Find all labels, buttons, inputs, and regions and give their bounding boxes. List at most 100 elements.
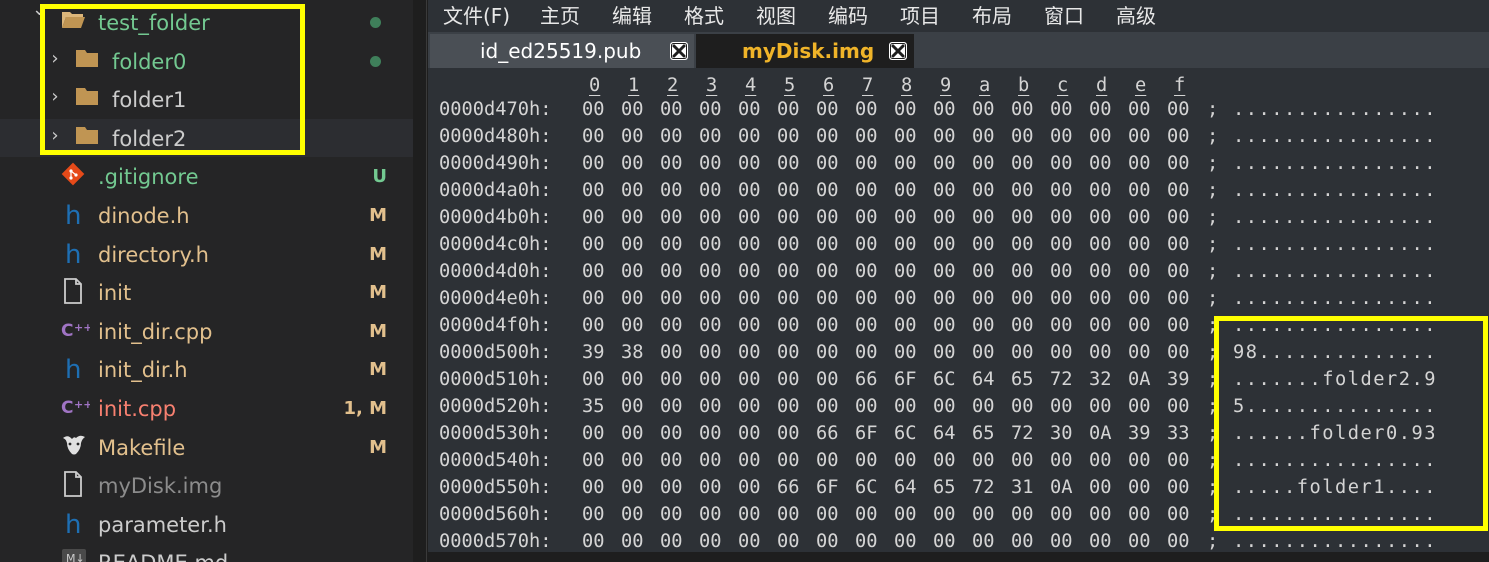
hex-byte[interactable]: 00: [816, 528, 839, 555]
hex-byte[interactable]: 00: [933, 447, 956, 474]
hex-byte[interactable]: 00: [699, 420, 722, 447]
menu-item[interactable]: 文件(F): [443, 2, 510, 30]
hex-byte[interactable]: 00: [621, 447, 644, 474]
hex-byte[interactable]: 00: [1089, 150, 1112, 177]
hex-byte[interactable]: 00: [894, 177, 917, 204]
hex-byte[interactable]: 00: [816, 366, 839, 393]
hex-ascii[interactable]: ................: [1233, 447, 1437, 474]
hex-byte[interactable]: 00: [1128, 177, 1151, 204]
file-tree-item[interactable]: › folder1: [0, 80, 413, 118]
hex-byte[interactable]: 00: [1167, 501, 1190, 528]
horizontal-scrollbar[interactable]: [428, 552, 1489, 562]
hex-byte[interactable]: 00: [1167, 258, 1190, 285]
hex-byte[interactable]: 00: [1128, 258, 1151, 285]
hex-byte[interactable]: 00: [777, 312, 800, 339]
hex-byte[interactable]: 00: [621, 150, 644, 177]
hex-byte[interactable]: 00: [738, 447, 761, 474]
file-tree-item[interactable]: Makefile M: [0, 428, 413, 466]
hex-byte[interactable]: 00: [855, 231, 878, 258]
tab-active[interactable]: myDisk.img: [696, 34, 914, 68]
hex-byte[interactable]: 00: [660, 204, 683, 231]
hex-byte[interactable]: 00: [699, 501, 722, 528]
hex-view[interactable]: 0 1 2 3 4 5 6 7 8 9 a b c d e f 0000d470h: 00 00 00 00 00 00 00…: [428, 68, 1489, 562]
hex-byte[interactable]: 00: [855, 447, 878, 474]
hex-byte[interactable]: 00: [1011, 150, 1034, 177]
hex-byte[interactable]: 00: [738, 528, 761, 555]
hex-byte[interactable]: 00: [894, 285, 917, 312]
hex-byte[interactable]: 0A: [1089, 420, 1112, 447]
hex-byte[interactable]: 00: [738, 258, 761, 285]
hex-byte[interactable]: 00: [972, 447, 995, 474]
hex-byte[interactable]: 00: [1167, 312, 1190, 339]
hex-byte[interactable]: 66: [855, 366, 878, 393]
hex-byte[interactable]: 00: [855, 150, 878, 177]
hex-byte[interactable]: 00: [1089, 393, 1112, 420]
hex-byte[interactable]: 00: [972, 339, 995, 366]
file-tree-item[interactable]: h parameter.h: [0, 505, 413, 543]
hex-byte[interactable]: 00: [1089, 312, 1112, 339]
hex-byte[interactable]: 00: [738, 231, 761, 258]
hex-byte[interactable]: 00: [621, 366, 644, 393]
hex-byte[interactable]: 00: [777, 231, 800, 258]
hex-byte[interactable]: 00: [972, 231, 995, 258]
menu-item[interactable]: 窗口: [1044, 2, 1084, 30]
hex-byte[interactable]: 00: [738, 285, 761, 312]
hex-byte[interactable]: 0A: [1128, 366, 1151, 393]
hex-byte[interactable]: 00: [1167, 96, 1190, 123]
hex-byte[interactable]: 00: [1128, 339, 1151, 366]
hex-byte[interactable]: 00: [621, 96, 644, 123]
hex-byte[interactable]: 00: [621, 258, 644, 285]
file-tree-item[interactable]: M↓ README.md: [0, 543, 413, 562]
file-tree-item[interactable]: .gitignore U: [0, 157, 413, 195]
hex-byte[interactable]: 00: [699, 339, 722, 366]
hex-byte[interactable]: 64: [894, 474, 917, 501]
hex-byte[interactable]: 6F: [855, 420, 878, 447]
hex-byte[interactable]: 00: [621, 231, 644, 258]
tab[interactable]: id_ed25519.pub: [430, 34, 694, 68]
hex-byte[interactable]: 00: [621, 123, 644, 150]
hex-byte[interactable]: 00: [1011, 285, 1034, 312]
hex-byte[interactable]: 00: [1050, 312, 1073, 339]
hex-byte[interactable]: 00: [855, 258, 878, 285]
hex-ascii[interactable]: ................: [1233, 177, 1437, 204]
hex-byte[interactable]: 00: [777, 96, 800, 123]
hex-byte[interactable]: 72: [1050, 366, 1073, 393]
hex-byte[interactable]: 00: [933, 96, 956, 123]
hex-byte[interactable]: 00: [1050, 393, 1073, 420]
hex-ascii[interactable]: ................: [1233, 312, 1437, 339]
hex-byte[interactable]: 00: [1089, 501, 1112, 528]
hex-byte[interactable]: 00: [1050, 96, 1073, 123]
hex-byte[interactable]: 00: [855, 501, 878, 528]
hex-byte[interactable]: 00: [699, 312, 722, 339]
hex-byte[interactable]: 00: [699, 366, 722, 393]
hex-byte[interactable]: 00: [582, 312, 605, 339]
hex-byte[interactable]: 00: [738, 177, 761, 204]
hex-byte[interactable]: 00: [582, 285, 605, 312]
file-tree-item[interactable]: C ++ init.cpp 1, M: [0, 389, 413, 427]
hex-byte[interactable]: 00: [660, 339, 683, 366]
hex-byte[interactable]: 00: [699, 528, 722, 555]
hex-byte[interactable]: 00: [1011, 339, 1034, 366]
hex-byte[interactable]: 00: [582, 204, 605, 231]
hex-byte[interactable]: 00: [777, 285, 800, 312]
hex-byte[interactable]: 00: [621, 501, 644, 528]
hex-byte[interactable]: 00: [777, 204, 800, 231]
hex-byte[interactable]: 00: [933, 177, 956, 204]
hex-byte[interactable]: 00: [933, 204, 956, 231]
hex-byte[interactable]: 00: [1167, 393, 1190, 420]
hex-byte[interactable]: 00: [972, 285, 995, 312]
hex-byte[interactable]: 00: [816, 312, 839, 339]
hex-byte[interactable]: 6C: [933, 366, 956, 393]
hex-byte[interactable]: 00: [738, 204, 761, 231]
hex-byte[interactable]: 00: [1011, 123, 1034, 150]
hex-byte[interactable]: 00: [855, 528, 878, 555]
hex-byte[interactable]: 00: [777, 177, 800, 204]
hex-byte[interactable]: 00: [894, 312, 917, 339]
menu-item[interactable]: 视图: [756, 2, 796, 30]
hex-byte[interactable]: 00: [972, 204, 995, 231]
hex-byte[interactable]: 00: [855, 123, 878, 150]
hex-byte[interactable]: 00: [1128, 150, 1151, 177]
hex-byte[interactable]: 00: [972, 150, 995, 177]
hex-byte[interactable]: 00: [582, 528, 605, 555]
hex-byte[interactable]: 66: [816, 420, 839, 447]
